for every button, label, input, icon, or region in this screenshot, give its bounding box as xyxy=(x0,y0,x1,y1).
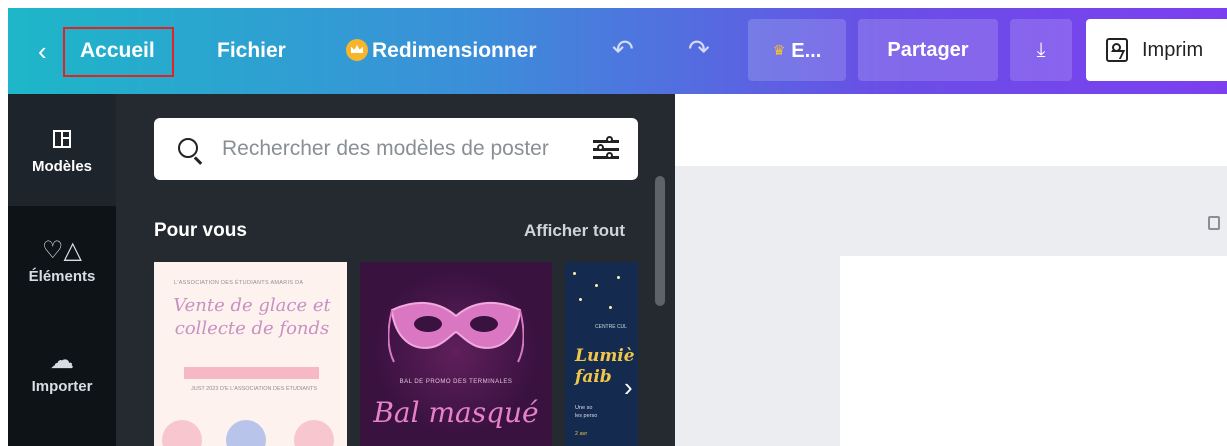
template-card[interactable]: CENTRE CUL Lumiè faib Une so les perso 2… xyxy=(565,262,638,446)
star-decoration xyxy=(609,306,612,309)
templates-icon xyxy=(53,130,71,148)
decor-circle xyxy=(294,420,334,446)
design-page[interactable] xyxy=(840,256,1227,446)
filter-icon[interactable] xyxy=(591,135,621,163)
premium-button[interactable]: ♛ E... xyxy=(748,19,846,81)
search-icon xyxy=(178,138,198,158)
download-icon[interactable]: ⤓ xyxy=(1010,19,1072,81)
rail-item-elements[interactable]: ♡△ Éléments xyxy=(8,234,116,285)
star-decoration xyxy=(573,272,576,275)
share-button[interactable]: Partager xyxy=(858,19,998,81)
template-title-line: collecte de fonds xyxy=(174,318,330,339)
canvas-header-strip xyxy=(675,94,1227,166)
resize-button[interactable]: Redimensionner xyxy=(372,36,537,66)
masquerade-mask-icon xyxy=(388,301,524,363)
search-box[interactable] xyxy=(154,118,638,180)
templates-panel: Pour vous Afficher tout L'ASSOCIATION DE… xyxy=(116,94,675,446)
rail-item-label: Importer xyxy=(31,378,93,395)
template-card[interactable]: L'ASSOCIATION DES ÉTUDIANTS AMARIS DA Ve… xyxy=(154,262,347,446)
side-rail: Modèles ♡△ Éléments ☁ Importer xyxy=(8,94,116,446)
undo-icon[interactable]: ↶ xyxy=(612,34,634,64)
template-small-text: BAL DE PROMO DES TERMINALES xyxy=(399,379,513,385)
print-label: Imprim xyxy=(1142,39,1204,61)
star-decoration xyxy=(579,298,582,301)
template-title: Vente de glace et collecte de fonds xyxy=(164,294,340,340)
home-button[interactable]: Accueil xyxy=(80,36,155,66)
decor-circle xyxy=(162,420,202,446)
crown-icon: ♛ xyxy=(772,42,786,58)
decor-circle xyxy=(226,420,266,446)
chevron-left-icon[interactable]: ‹ xyxy=(38,36,47,66)
template-title-line: Lumiè xyxy=(575,346,635,366)
image-icon xyxy=(1106,38,1128,62)
template-small-line: Une so xyxy=(575,405,593,411)
search-input[interactable] xyxy=(222,134,582,164)
template-small-text: CENTRE CUL xyxy=(595,324,627,330)
rail-item-label: Éléments xyxy=(28,268,96,285)
elements-icon: ♡△ xyxy=(42,237,82,264)
template-card[interactable]: BAL DE PROMO DES TERMINALES Bal masqué xyxy=(360,262,552,446)
see-all-link[interactable]: Afficher tout xyxy=(524,221,625,241)
template-small-text: JUST 2023 D'E L'ASSOCIATION DES ÉTUDIANT… xyxy=(191,386,317,392)
premium-label: E... xyxy=(791,40,822,62)
duplicate-page-icon[interactable] xyxy=(1208,216,1220,230)
template-title-line: Vente de glace et xyxy=(173,295,331,316)
chevron-right-icon[interactable]: › xyxy=(624,372,633,403)
upload-cloud-icon: ☁ xyxy=(50,347,74,374)
template-small-line: 2 avr xyxy=(575,431,588,437)
rail-item-upload[interactable]: ☁ Importer xyxy=(8,344,116,395)
print-button[interactable]: Imprim xyxy=(1086,19,1227,81)
section-title: Pour vous xyxy=(154,220,247,241)
template-small-text: L'ASSOCIATION DES ÉTUDIANTS AMARIS DA xyxy=(174,280,304,286)
redo-icon[interactable]: ↷ xyxy=(688,34,710,64)
star-decoration xyxy=(617,276,620,279)
pink-band xyxy=(184,367,319,379)
template-title: Bal masqué xyxy=(373,396,539,429)
crown-icon xyxy=(346,39,368,61)
file-menu-button[interactable]: Fichier xyxy=(217,36,286,66)
top-toolbar: ‹ Accueil Fichier Redimensionner ↶ ↷ ♛ E.… xyxy=(8,8,1227,94)
rail-item-templates[interactable]: Modèles xyxy=(8,122,116,175)
scrollbar[interactable] xyxy=(655,176,665,306)
star-decoration xyxy=(595,284,598,287)
rail-item-label: Modèles xyxy=(31,158,92,175)
template-small-line: les perso xyxy=(575,413,598,419)
template-small-text: Une so les perso 2 avr xyxy=(575,404,597,438)
